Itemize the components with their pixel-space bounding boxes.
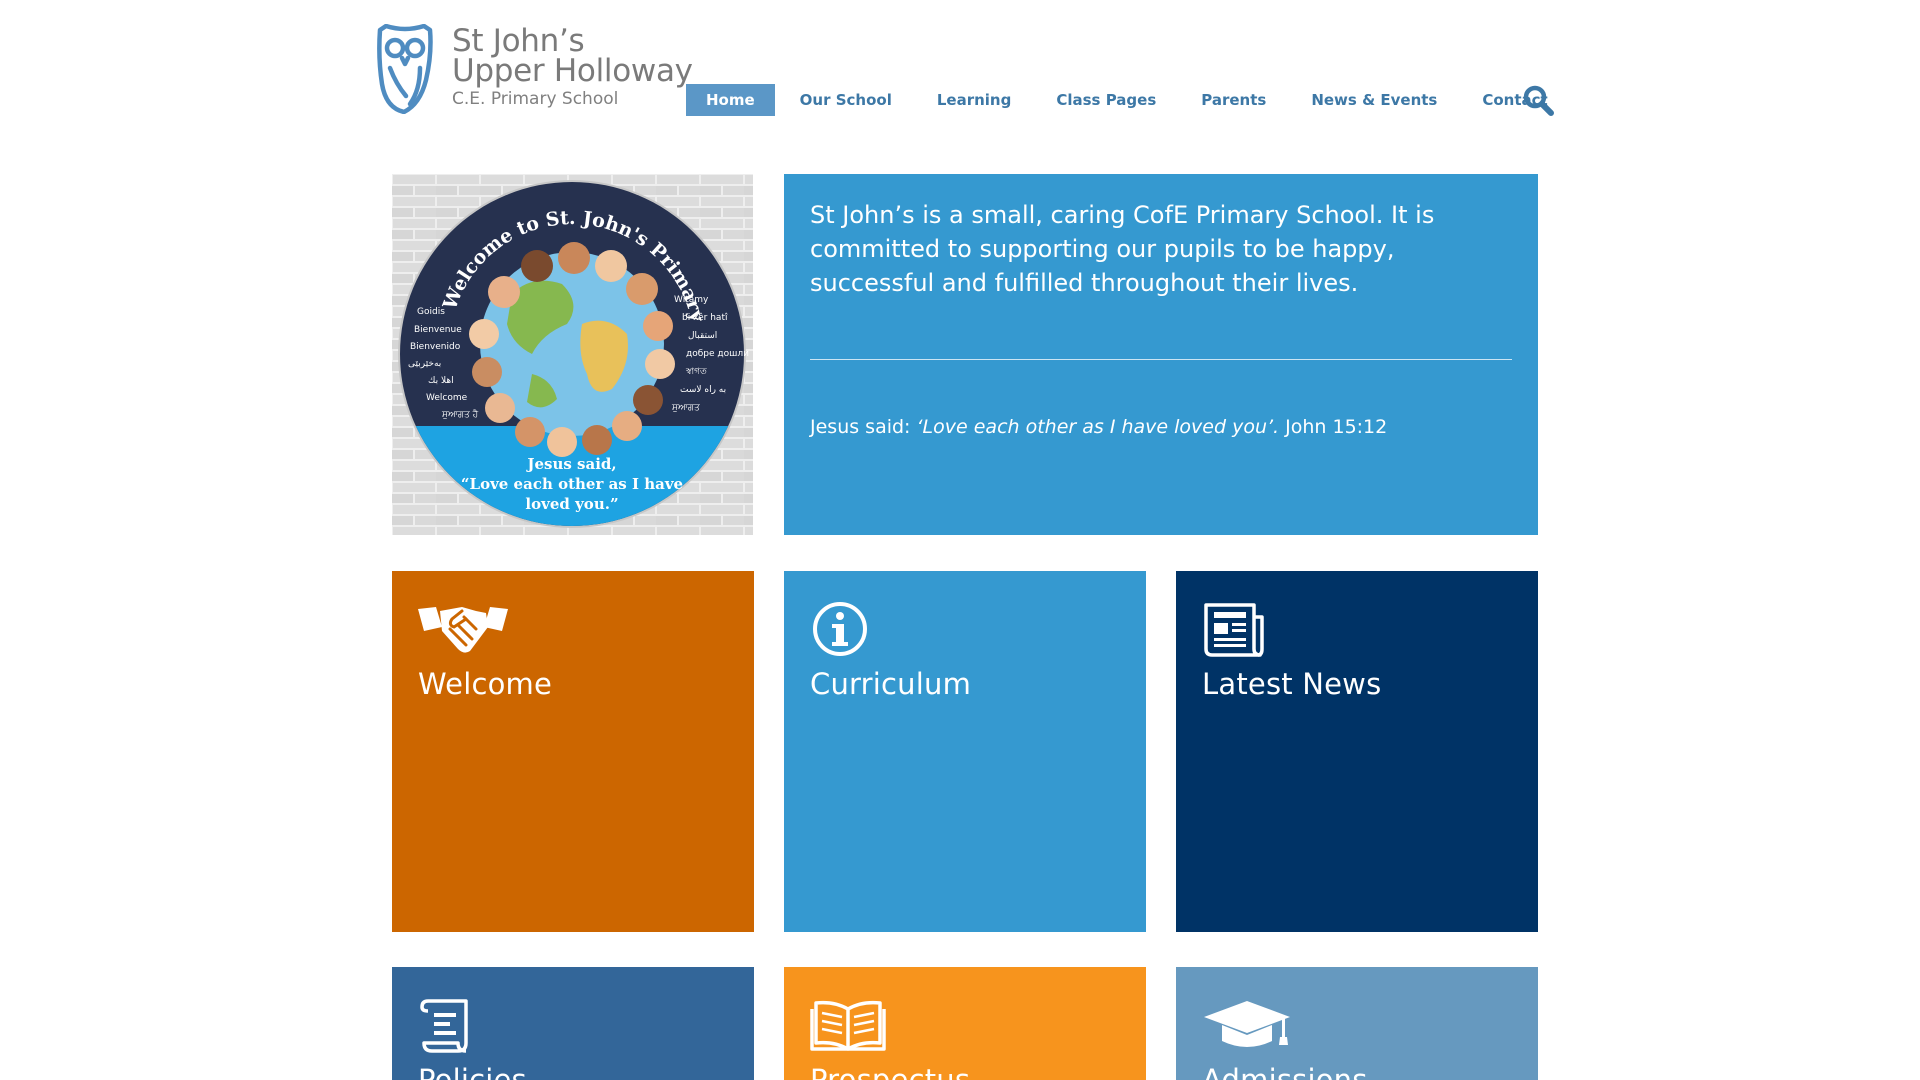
svg-text:Witamy: Witamy bbox=[674, 295, 709, 305]
nav-item-our-school[interactable]: Our School bbox=[780, 84, 912, 116]
search-icon bbox=[1523, 85, 1554, 116]
svg-text:بەخێربێی: بەخێربێی bbox=[408, 359, 441, 369]
tile-curriculum[interactable]: Curriculum bbox=[784, 571, 1146, 932]
handshake-icon bbox=[418, 607, 508, 653]
svg-text:“Love each other as I have: “Love each other as I have bbox=[461, 475, 683, 493]
tile-admissions-title: Admissions bbox=[1202, 1063, 1368, 1080]
nav-item-home[interactable]: Home bbox=[686, 84, 775, 116]
hero-divider bbox=[810, 359, 1512, 360]
logo-title-line1: St John’s bbox=[452, 23, 585, 59]
hero-bible-quote: Jesus said: ‘Love each other as I have l… bbox=[810, 416, 1387, 438]
svg-text:استقبال: استقبال bbox=[688, 331, 717, 341]
welcome-board-illustration: Welcome to St. John's Primary Goidis Bie… bbox=[392, 174, 753, 535]
school-logo[interactable]: St John’s Upper Holloway C.E. Primary Sc… bbox=[376, 24, 693, 114]
nav-item-news-events[interactable]: News & Events bbox=[1291, 84, 1457, 116]
main-nav: Home Our School Learning Class Pages Par… bbox=[686, 84, 1573, 116]
svg-text:добре дошли: добре дошли bbox=[686, 349, 749, 359]
logo-text: St John’s Upper Holloway C.E. Primary Sc… bbox=[452, 26, 693, 110]
tile-latest-news-title: Latest News bbox=[1202, 667, 1382, 701]
open-book-icon bbox=[810, 1000, 886, 1051]
info-icon bbox=[813, 602, 867, 656]
tile-admissions[interactable]: Admissions bbox=[1176, 967, 1538, 1080]
svg-text:Goidis: Goidis bbox=[417, 307, 445, 317]
svg-text:Welcome: Welcome bbox=[426, 393, 468, 403]
nav-item-learning[interactable]: Learning bbox=[917, 84, 1032, 116]
logo-title-line2: Upper Holloway bbox=[452, 53, 693, 89]
tile-welcome[interactable]: Welcome bbox=[392, 571, 754, 932]
nav-item-class-pages[interactable]: Class Pages bbox=[1036, 84, 1176, 116]
logo-subtitle: C.E. Primary School bbox=[452, 89, 619, 109]
quote-text: ‘Love each other as I have loved you’. bbox=[916, 416, 1280, 438]
svg-text:Bienvenido: Bienvenido bbox=[410, 342, 461, 352]
document-icon bbox=[420, 999, 468, 1053]
hero-intro-panel: St John’s is a small, caring CofE Primar… bbox=[784, 174, 1538, 535]
tile-policies[interactable]: Policies bbox=[392, 967, 754, 1080]
tile-latest-news[interactable]: Latest News bbox=[1176, 571, 1538, 932]
tile-welcome-title: Welcome bbox=[418, 667, 553, 701]
svg-text:به راه لاست: به راه لاست bbox=[680, 385, 726, 395]
hero-welcome-board-image: Welcome to St. John's Primary Goidis Bie… bbox=[392, 174, 753, 535]
nav-item-parents[interactable]: Parents bbox=[1181, 84, 1286, 116]
svg-text:ਸੁਆਗਤ: ਸੁਆਗਤ bbox=[671, 403, 700, 413]
svg-text:اهلا بك: اهلا بك bbox=[428, 376, 454, 386]
quote-prefix: Jesus said: bbox=[810, 416, 911, 438]
svg-text:Bienvenue: Bienvenue bbox=[414, 325, 462, 335]
svg-text:Jesus said,: Jesus said, bbox=[525, 455, 616, 473]
newspaper-icon bbox=[1204, 603, 1264, 657]
tile-prospectus-title: Prospectus bbox=[810, 1063, 971, 1080]
hero-intro-text: St John’s is a small, caring CofE Primar… bbox=[810, 201, 1435, 297]
tile-policies-title: Policies bbox=[418, 1063, 527, 1080]
search-button[interactable] bbox=[1522, 84, 1554, 116]
tile-curriculum-title: Curriculum bbox=[810, 667, 972, 701]
svg-text:স্বাগত: স্বাগত bbox=[685, 367, 707, 377]
svg-text:loved you.”: loved you.” bbox=[525, 495, 618, 513]
svg-text:bi xêr hatî: bi xêr hatî bbox=[682, 312, 728, 323]
svg-text:ਸੁਆਗਤ ਹੈ: ਸੁਆਗਤ ਹੈ bbox=[441, 409, 479, 420]
page: St John’s Upper Holloway C.E. Primary Sc… bbox=[0, 0, 1920, 1080]
owl-icon bbox=[377, 24, 433, 114]
tile-prospectus[interactable]: Prospectus bbox=[784, 967, 1146, 1080]
graduation-cap-icon bbox=[1204, 1001, 1290, 1047]
quote-reference: John 15:12 bbox=[1285, 416, 1388, 438]
